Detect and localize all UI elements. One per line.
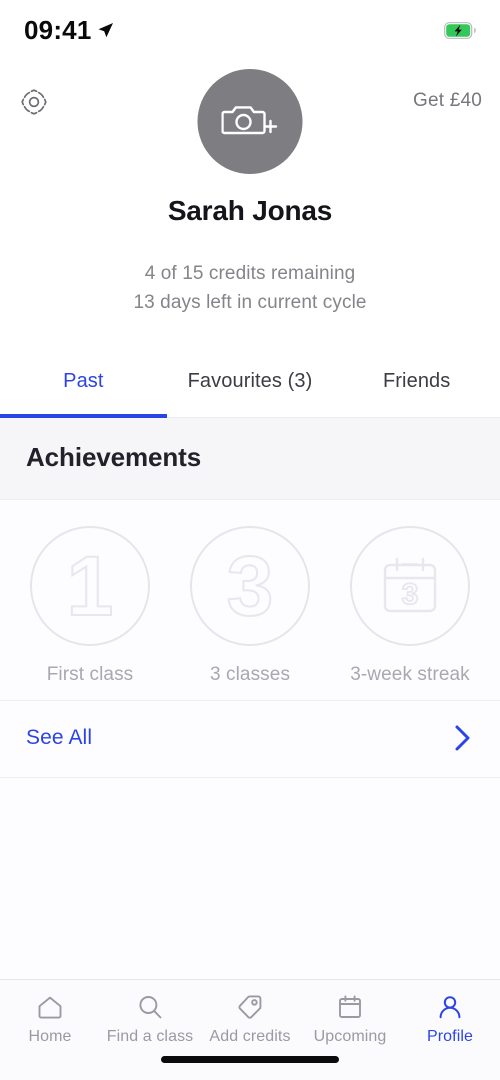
credits-summary: 4 of 15 credits remaining 13 days left i… (0, 259, 500, 317)
profile-screen: 09:41 Get £40 Sarah Jonas 4 of 15 credit… (0, 0, 500, 1080)
home-indicator[interactable] (161, 1055, 339, 1063)
camera-plus-icon (221, 105, 277, 134)
battery-charging-icon (444, 21, 476, 39)
achievement-three-week-streak[interactable]: 3 3-week streak (330, 526, 490, 686)
tab-past[interactable]: Past (0, 360, 167, 417)
home-icon (36, 992, 64, 1022)
achievement-three-classes[interactable]: 3 3 classes (170, 526, 330, 686)
search-icon (136, 992, 164, 1022)
location-arrow-icon (98, 22, 113, 37)
achievement-label: 3-week streak (350, 664, 470, 685)
achievements-section-header: Achievements (0, 418, 500, 500)
achievement-first-class[interactable]: 1 First class (10, 526, 170, 686)
profile-tabs: Past Favourites (3) Friends (0, 360, 500, 418)
achievement-label: 3 classes (209, 664, 291, 685)
calendar-icon: 3 (383, 557, 437, 613)
settings-button[interactable] (16, 84, 52, 120)
status-bar-time: 09:41 (24, 14, 92, 45)
number-three-badge-icon: 3 (190, 526, 310, 646)
achievement-badges: 1 First class 3 3 classes 3 3-week strea… (0, 500, 500, 701)
credits-remaining-text: 4 of 15 credits remaining (144, 263, 356, 284)
avatar[interactable] (197, 69, 303, 174)
content-empty-area (0, 778, 500, 979)
cycle-days-text: 13 days left in current cycle (133, 292, 367, 313)
badge-glyph: 3 (226, 539, 275, 633)
header-row: Get £40 (0, 64, 500, 189)
status-bar-right (444, 21, 478, 39)
nav-item-add-credits[interactable]: Add credits (200, 992, 300, 1046)
badge-glyph: 1 (66, 539, 115, 633)
nav-item-home[interactable]: Home (0, 992, 100, 1046)
tab-favourites[interactable]: Favourites (3) (167, 360, 334, 417)
nav-item-find-a-class[interactable]: Find a class (100, 992, 200, 1046)
nav-label: Add credits (209, 1028, 291, 1045)
calendar-three-badge-icon: 3 (350, 526, 470, 646)
person-icon (436, 992, 464, 1022)
gear-icon (21, 89, 47, 115)
tag-icon (236, 992, 264, 1022)
nav-label: Find a class (106, 1028, 194, 1045)
nav-item-profile[interactable]: Profile (400, 992, 500, 1046)
achievements-title: Achievements (26, 442, 202, 472)
bottom-navigation: Home Find a class Add credits Upcoming P… (0, 979, 500, 1046)
badge-glyph: 3 (402, 578, 419, 611)
profile-header: Get £40 Sarah Jonas 4 of 15 credits rema… (0, 60, 500, 317)
calendar-icon (336, 992, 364, 1022)
user-name: Sarah Jonas (167, 195, 333, 226)
tab-friends[interactable]: Friends (333, 360, 500, 417)
number-one-badge-icon: 1 (30, 526, 150, 646)
see-all-row[interactable]: See All (0, 701, 500, 778)
see-all-label: See All (26, 726, 93, 749)
home-indicator-area (0, 1046, 500, 1080)
nav-label: Profile (426, 1028, 474, 1045)
nav-label: Upcoming (313, 1028, 387, 1045)
status-bar-left: 09:41 (24, 15, 114, 46)
nav-item-upcoming[interactable]: Upcoming (300, 992, 400, 1046)
active-tab-indicator (0, 414, 167, 418)
status-bar: 09:41 (0, 0, 500, 60)
chevron-right-icon (455, 725, 470, 751)
get-credit-button[interactable]: Get £40 (413, 90, 482, 112)
nav-label: Home (28, 1028, 72, 1045)
achievement-label: First class (46, 664, 134, 685)
